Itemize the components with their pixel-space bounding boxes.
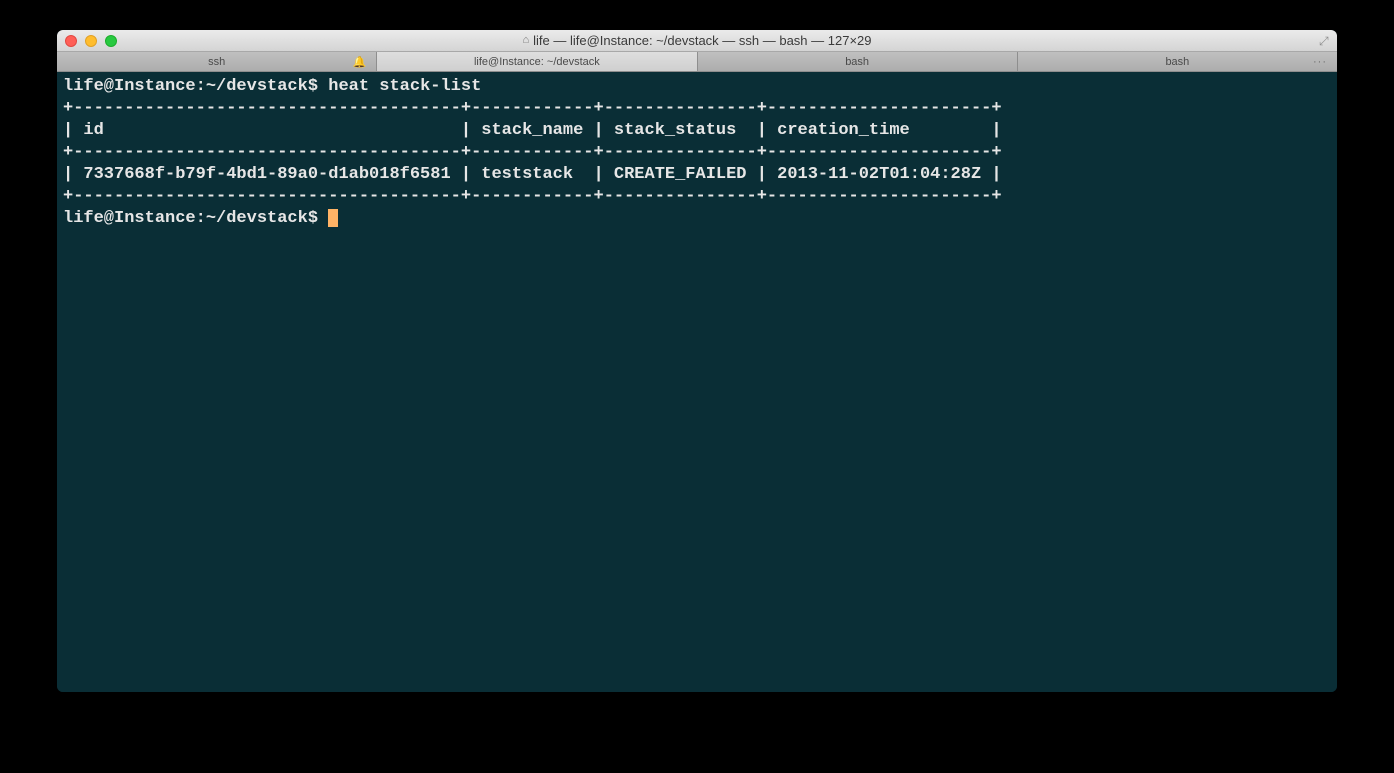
- tab-label: ssh: [208, 56, 225, 68]
- tab-bash-1[interactable]: bash: [698, 52, 1018, 71]
- titlebar: ⌂ life — life@Instance: ~/devstack — ssh…: [57, 30, 1337, 52]
- tab-label: bash: [1165, 56, 1189, 68]
- overflow-icon: ···: [1313, 56, 1327, 68]
- window-title-text: life — life@Instance: ~/devstack — ssh —…: [533, 33, 871, 48]
- prompt-1: life@Instance:~/devstack$: [63, 77, 328, 96]
- tab-label: life@Instance: ~/devstack: [474, 56, 600, 68]
- tab-ssh[interactable]: ssh 🔔: [57, 52, 377, 71]
- fullscreen-icon[interactable]: ⤢: [1319, 35, 1331, 47]
- table-border-bottom: +--------------------------------------+…: [63, 187, 1002, 206]
- tab-bar: ssh 🔔 life@Instance: ~/devstack bash bas…: [57, 52, 1337, 72]
- window-controls: [65, 35, 117, 47]
- terminal-window: ⌂ life — life@Instance: ~/devstack — ssh…: [57, 30, 1337, 692]
- minimize-button[interactable]: [85, 35, 97, 47]
- window-title: ⌂ life — life@Instance: ~/devstack — ssh…: [57, 33, 1337, 48]
- tab-devstack[interactable]: life@Instance: ~/devstack: [377, 52, 697, 71]
- zoom-button[interactable]: [105, 35, 117, 47]
- close-button[interactable]: [65, 35, 77, 47]
- tab-label: bash: [845, 56, 869, 68]
- bell-icon: 🔔: [353, 55, 367, 68]
- prompt-2: life@Instance:~/devstack$: [63, 209, 328, 228]
- table-border-top: +--------------------------------------+…: [63, 99, 1002, 118]
- home-icon: ⌂: [522, 35, 529, 46]
- command: heat stack-list: [328, 77, 481, 96]
- table-header: | id | stack_name | stack_status | creat…: [63, 121, 1002, 140]
- table-border-mid: +--------------------------------------+…: [63, 143, 1002, 162]
- terminal-body[interactable]: life@Instance:~/devstack$ heat stack-lis…: [57, 72, 1337, 692]
- tab-bash-2[interactable]: bash ···: [1018, 52, 1337, 71]
- table-row: | 7337668f-b79f-4bd1-89a0-d1ab018f6581 |…: [63, 165, 1002, 184]
- cursor: [328, 209, 338, 227]
